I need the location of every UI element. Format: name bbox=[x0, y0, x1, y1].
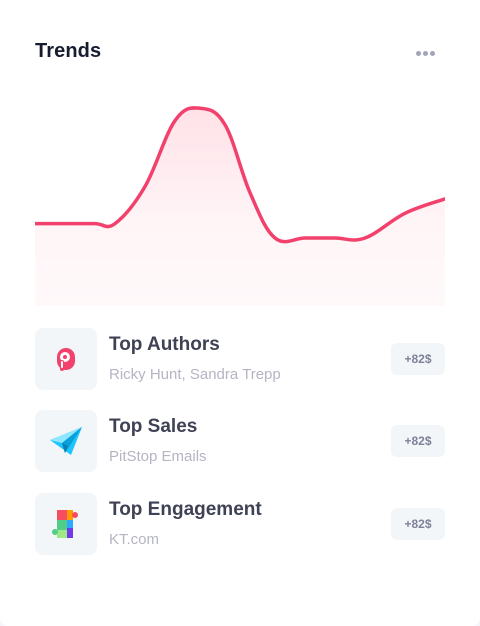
value-badge: +82$ bbox=[391, 343, 445, 375]
list-item-top-engagement[interactable]: Top Engagement KT.com +82$ bbox=[35, 493, 445, 555]
dot bbox=[422, 50, 428, 56]
item-subtitle: Ricky Hunt, Sandra Trepp bbox=[109, 366, 281, 383]
trends-card: Trends Top Authors Ricky Hunt, Sandra Tr… bbox=[0, 0, 480, 626]
item-subtitle: KT.com bbox=[109, 531, 160, 548]
icon-box bbox=[35, 410, 97, 472]
more-options-button[interactable] bbox=[410, 42, 440, 64]
card-title: Trends bbox=[35, 40, 102, 62]
icon-box bbox=[35, 328, 97, 390]
item-title: Top Engagement bbox=[109, 499, 262, 520]
item-title: Top Sales bbox=[109, 416, 198, 437]
p-logo-icon bbox=[57, 348, 75, 371]
paper-plane-icon bbox=[50, 427, 82, 455]
item-title: Top Authors bbox=[109, 334, 220, 355]
dot bbox=[429, 50, 435, 56]
item-subtitle: PitStop Emails bbox=[109, 448, 207, 465]
value-badge: +82$ bbox=[391, 425, 445, 457]
icon-box bbox=[35, 493, 97, 555]
trend-area-fill bbox=[35, 107, 445, 306]
value-badge: +82$ bbox=[391, 508, 445, 540]
list-item-top-authors[interactable]: Top Authors Ricky Hunt, Sandra Trepp +82… bbox=[35, 328, 445, 390]
dot bbox=[415, 50, 421, 56]
list-item-top-sales[interactable]: Top Sales PitStop Emails +82$ bbox=[35, 410, 445, 472]
puzzle-icon bbox=[52, 510, 78, 538]
trend-chart bbox=[35, 106, 445, 306]
